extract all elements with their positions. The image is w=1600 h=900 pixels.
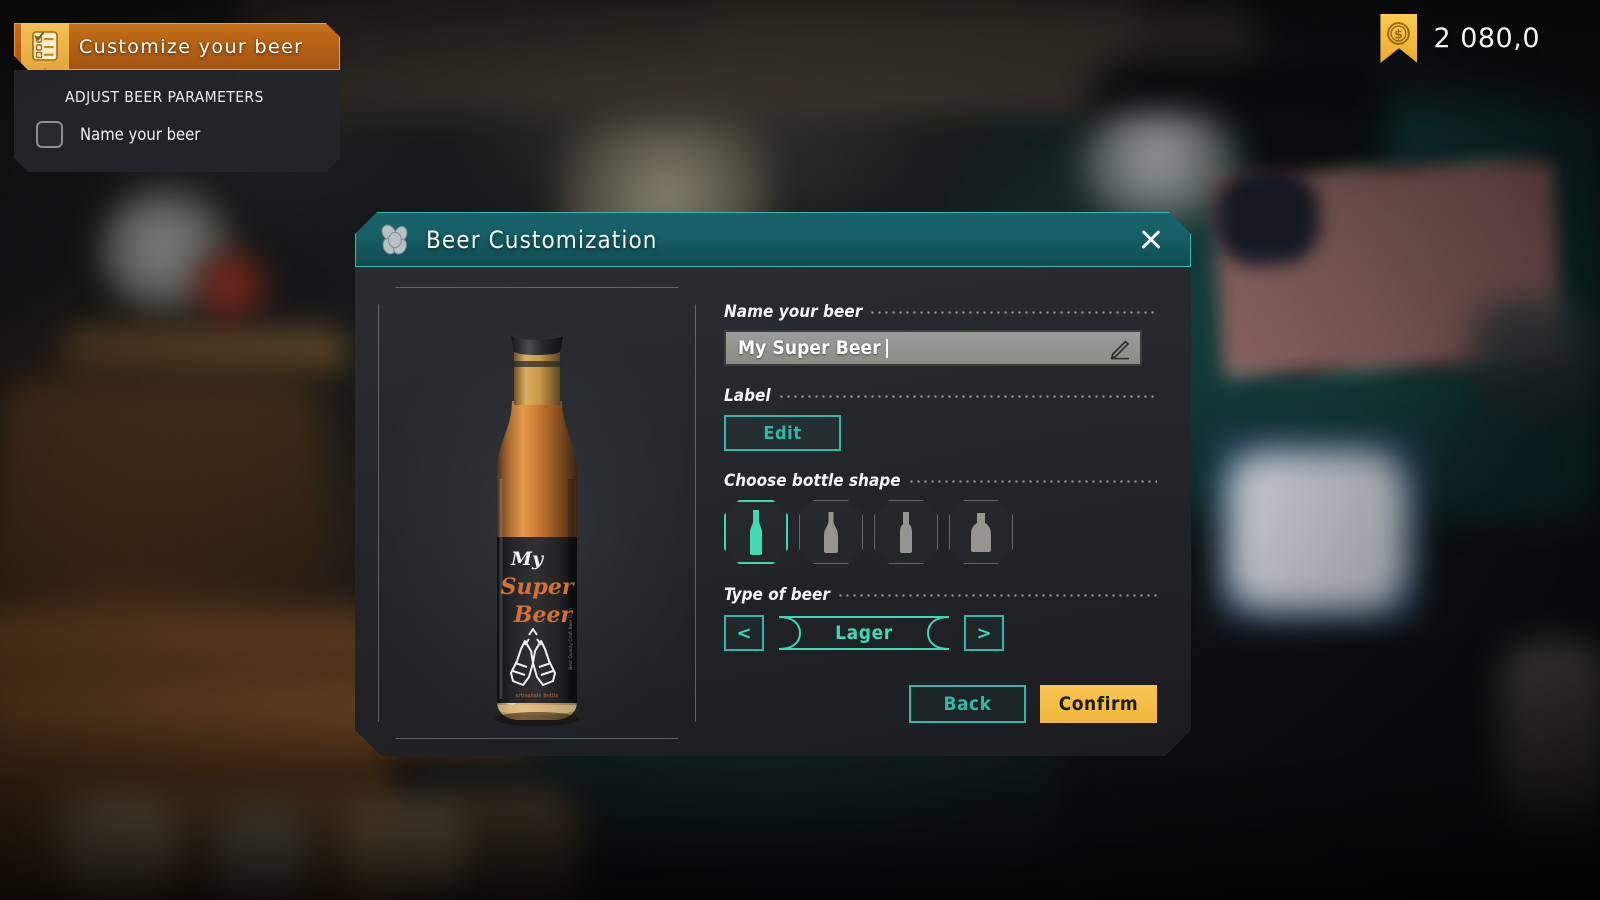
beer-type-selector: < Lager > bbox=[724, 614, 1157, 652]
bottle-shape-option-straight-neck[interactable] bbox=[874, 500, 938, 564]
dotted-rule bbox=[908, 480, 1157, 483]
name-field-header: Name your beer bbox=[724, 302, 1157, 322]
dialog-title: Beer Customization bbox=[426, 225, 658, 254]
quest-body: ADJUST BEER PARAMETERS Name your beer bbox=[14, 70, 340, 172]
money-value: 2 080,0 bbox=[1433, 23, 1540, 54]
pencil-icon[interactable] bbox=[1108, 336, 1132, 360]
bottle-shape-option-tall-slim[interactable] bbox=[724, 500, 788, 564]
dotted-rule bbox=[837, 594, 1157, 597]
shape-field-header: Choose bottle shape bbox=[724, 471, 1157, 491]
coin-dollar-icon: $ bbox=[1380, 14, 1418, 63]
quest-title: Customize your beer bbox=[79, 35, 304, 58]
beer-name-value: My Super Beer bbox=[738, 337, 881, 359]
dialog-header: Beer Customization bbox=[355, 212, 1191, 267]
bottle-shape-options bbox=[724, 500, 1157, 564]
beer-type-prev-button[interactable]: < bbox=[724, 615, 764, 651]
label-field-header: Label bbox=[724, 386, 1157, 406]
customization-form: Name your beer My Super Beer Label Edit … bbox=[696, 267, 1191, 756]
label-field-label: Label bbox=[724, 386, 771, 406]
hop-cone-icon bbox=[378, 223, 412, 257]
beer-type-next-button[interactable]: > bbox=[964, 615, 1004, 651]
dotted-rule bbox=[869, 311, 1157, 314]
dialog-body: My Super Beer artisanale bottle Best Qua… bbox=[355, 267, 1191, 756]
shape-field-label: Choose bottle shape bbox=[724, 471, 901, 491]
beer-type-value: Lager bbox=[835, 622, 893, 644]
label-line1: My bbox=[510, 548, 545, 570]
tapered-bottle-icon bbox=[818, 510, 844, 554]
bottle-render: My Super Beer artisanale bottle Best Qua… bbox=[467, 309, 607, 729]
label-line3: Beer bbox=[513, 602, 574, 628]
objective-label: Name your beer bbox=[80, 125, 201, 144]
game-screen: Customize your beer ADJUST BEER PARAMETE… bbox=[0, 0, 1600, 900]
stubby-bottle-icon bbox=[966, 511, 996, 553]
confirm-button[interactable]: Confirm bbox=[1040, 685, 1157, 723]
label-line2: Super bbox=[501, 574, 575, 600]
bottle-preview: My Super Beer artisanale bottle Best Qua… bbox=[378, 287, 696, 739]
name-field-label: Name your beer bbox=[724, 302, 863, 322]
close-icon[interactable] bbox=[1138, 227, 1164, 253]
quest-objective[interactable]: Name your beer bbox=[36, 121, 340, 148]
bottle-shape-option-stubby[interactable] bbox=[949, 500, 1013, 564]
quest-header: Customize your beer bbox=[14, 23, 340, 70]
edit-label-button[interactable]: Edit bbox=[724, 415, 841, 451]
beer-type-value-frame[interactable]: Lager bbox=[776, 614, 952, 652]
objective-checkbox[interactable] bbox=[36, 121, 63, 148]
dialog-actions: Back Confirm bbox=[724, 685, 1157, 723]
label-footer: artisanale bottle bbox=[515, 693, 558, 699]
money-display: $ 2 080,0 bbox=[1380, 14, 1540, 63]
type-field-header: Type of beer bbox=[724, 585, 1157, 605]
quest-section-label: ADJUST BEER PARAMETERS bbox=[65, 88, 264, 106]
dotted-rule bbox=[778, 395, 1157, 398]
beer-customization-dialog: Beer Customization My Super Beer artisan… bbox=[355, 212, 1191, 756]
quest-panel: Customize your beer ADJUST BEER PARAMETE… bbox=[14, 23, 340, 172]
beer-name-input[interactable]: My Super Beer bbox=[724, 330, 1142, 366]
svg-text:$: $ bbox=[1395, 27, 1404, 42]
bottle-shape-option-tapered[interactable] bbox=[799, 500, 863, 564]
tall-slim-bottle-icon bbox=[743, 508, 769, 556]
text-caret bbox=[886, 339, 888, 358]
type-field-label: Type of beer bbox=[724, 585, 830, 605]
straight-neck-bottle-icon bbox=[893, 510, 919, 554]
back-button[interactable]: Back bbox=[909, 685, 1026, 723]
